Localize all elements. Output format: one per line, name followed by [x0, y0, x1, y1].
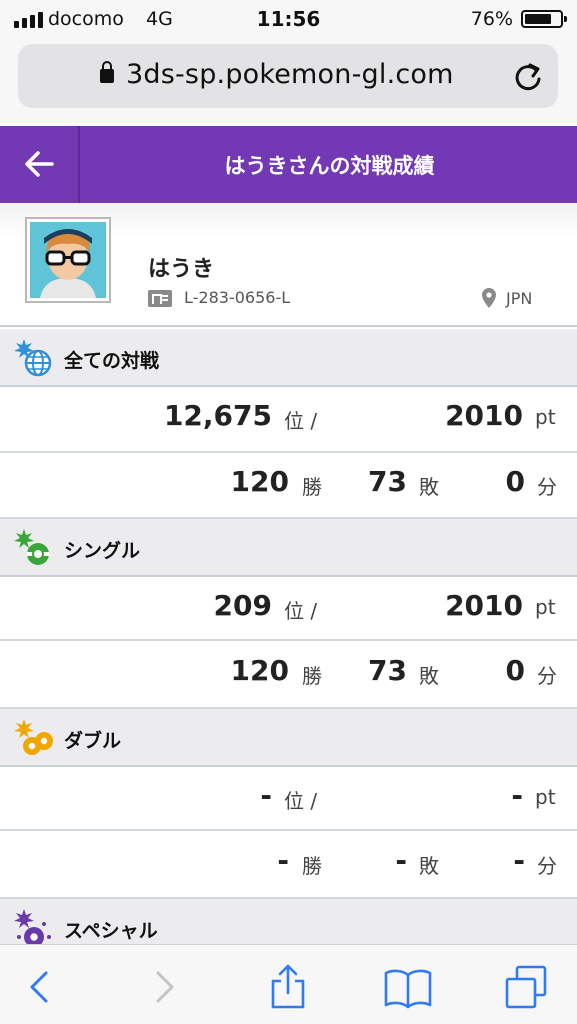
share-icon[interactable]	[264, 963, 312, 1011]
rating-value: 2010	[445, 589, 523, 622]
location-pin-icon	[482, 288, 496, 308]
rank-row-single: 209 位 / 2010 pt	[0, 577, 577, 641]
record-row-single: 120 勝 73 敗 0 分	[0, 641, 577, 709]
rating-unit: pt	[535, 595, 556, 619]
section-title: ダブル	[64, 730, 122, 752]
tabs-icon[interactable]	[502, 963, 550, 1011]
losses-unit: 敗	[419, 664, 439, 688]
section-title: 全ての対戦	[64, 350, 160, 372]
player-name: はうき	[148, 257, 215, 282]
rank-value: 12,675	[163, 399, 272, 432]
trainer-avatar-icon	[30, 222, 106, 298]
wins-unit: 勝	[302, 664, 322, 688]
globe-icon	[14, 339, 52, 377]
browser-address-area: 3ds-sp.pokemon-gl.com	[0, 38, 577, 124]
double-battle-icon	[14, 719, 53, 755]
draws-value: 0	[505, 654, 525, 687]
losses-unit: 敗	[419, 854, 439, 878]
rating-unit: pt	[535, 785, 556, 809]
section-title: スペシャル	[64, 920, 158, 942]
rank-row-all: 12,675 位 / 2010 pt	[0, 387, 577, 453]
rating-value: 2010	[445, 399, 523, 432]
wins-value: 120	[230, 654, 289, 687]
lock-icon	[100, 61, 114, 83]
draws-unit: 分	[537, 664, 557, 688]
avatar	[25, 217, 111, 303]
section-header-all-battles: 全ての対戦	[0, 329, 577, 387]
wins-value: 120	[230, 465, 289, 498]
rank-row-double: - 位 / - pt	[0, 767, 577, 831]
rank-unit: 位 /	[284, 409, 318, 433]
arrow-left-icon	[25, 151, 54, 177]
address-bar[interactable]: 3ds-sp.pokemon-gl.com	[18, 44, 558, 108]
wins-value: -	[277, 844, 289, 877]
draws-value: 0	[505, 465, 525, 498]
reload-icon[interactable]	[512, 60, 544, 92]
losses-value: 73	[368, 465, 407, 498]
status-bar: docomo 4G 11:56 76%	[0, 0, 577, 38]
rank-value: 209	[213, 589, 272, 622]
section-title: シングル	[64, 540, 141, 562]
url-text: 3ds-sp.pokemon-gl.com	[126, 59, 454, 90]
draws-unit: 分	[537, 854, 557, 878]
battery-icon	[521, 10, 567, 28]
losses-value: -	[395, 844, 407, 877]
rank-value: -	[260, 779, 272, 812]
wins-unit: 勝	[302, 854, 322, 878]
player-profile: はうき L-283-0656-L JPN	[0, 203, 577, 327]
record-row-all: 120 勝 73 敗 0 分	[0, 453, 577, 519]
record-row-double: - 勝 - 敗 - 分	[0, 831, 577, 899]
special-battle-icon	[14, 909, 51, 947]
single-battle-icon	[14, 529, 49, 565]
id-card-icon	[148, 290, 172, 307]
losses-value: 73	[368, 654, 407, 687]
section-header-single: シングル	[0, 519, 577, 577]
losses-unit: 敗	[419, 475, 439, 499]
rank-unit: 位 /	[284, 789, 318, 813]
battery-percent: 76%	[470, 8, 513, 30]
back-chevron-icon[interactable]	[16, 963, 64, 1011]
draws-unit: 分	[537, 475, 557, 499]
player-region: JPN	[506, 289, 533, 308]
back-button[interactable]	[0, 126, 80, 203]
player-id: L-283-0656-L	[184, 288, 291, 307]
page-header: はうきさんの対戦成績	[0, 126, 577, 203]
browser-toolbar	[0, 944, 577, 1024]
rating-unit: pt	[535, 405, 556, 429]
forward-chevron-icon[interactable]	[140, 963, 188, 1011]
bookmarks-icon[interactable]	[384, 963, 432, 1011]
page-title: はうきさんの対戦成績	[224, 154, 435, 178]
rank-unit: 位 /	[284, 599, 318, 623]
wins-unit: 勝	[302, 475, 322, 499]
draws-value: -	[513, 844, 525, 877]
rating-value: -	[511, 779, 523, 812]
section-header-double: ダブル	[0, 709, 577, 767]
